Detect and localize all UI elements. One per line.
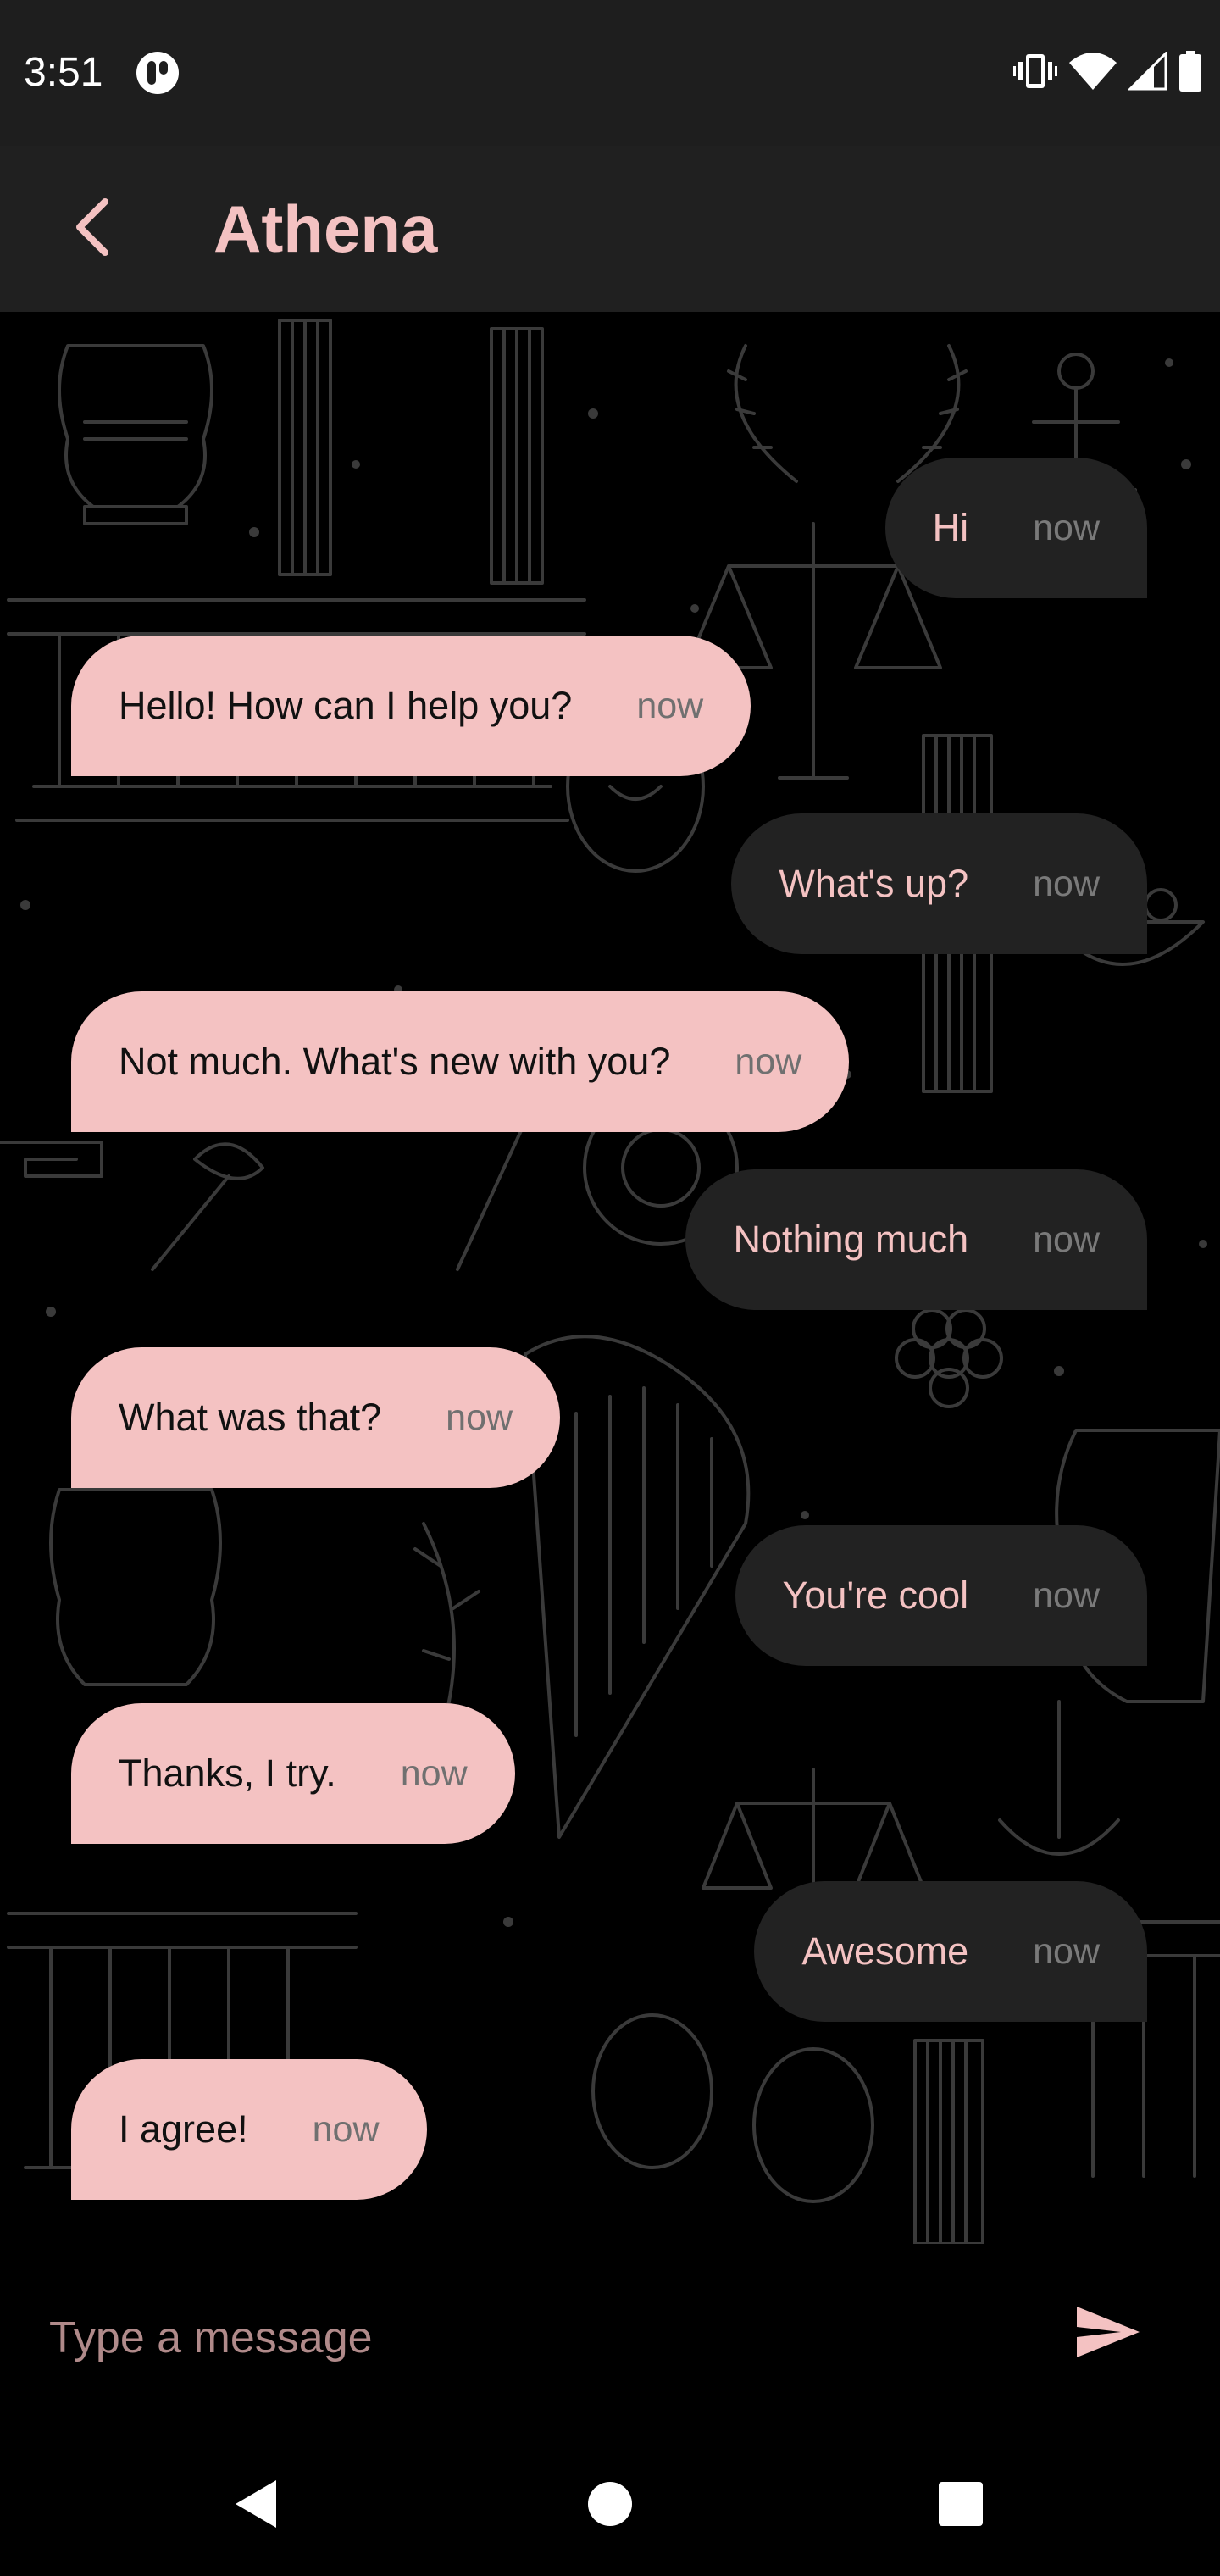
signal-icon xyxy=(1127,49,1167,95)
incoming-message-bubble[interactable]: I agree! now xyxy=(71,2059,427,2200)
app-bar: Athena xyxy=(0,146,1220,312)
outgoing-message-bubble[interactable]: You're cool now xyxy=(735,1525,1147,1666)
message-text: Thanks, I try. xyxy=(119,1752,336,1795)
chat-title: Athena xyxy=(214,192,438,266)
incoming-message-bubble[interactable]: Hello! How can I help you? now xyxy=(71,636,751,776)
outgoing-message-bubble[interactable]: Awesome now xyxy=(754,1881,1147,2022)
message-timestamp: now xyxy=(1033,863,1100,904)
battery-icon xyxy=(1179,50,1201,96)
home-circle-icon xyxy=(586,2480,634,2532)
app-notification-icon xyxy=(136,51,180,95)
message-timestamp: now xyxy=(735,1041,802,1082)
message-timestamp: now xyxy=(312,2108,380,2150)
system-nav-bar xyxy=(0,2432,1220,2576)
message-timestamp: now xyxy=(400,1752,468,1794)
message-text: Hi xyxy=(932,506,969,549)
nav-home-button[interactable] xyxy=(555,2451,665,2561)
message-timestamp: now xyxy=(636,685,704,726)
status-bar: 3:51 xyxy=(0,0,1220,146)
message-text: Awesome xyxy=(801,1929,969,1973)
wifi-icon xyxy=(1069,52,1117,94)
message-timestamp: now xyxy=(1033,1574,1100,1616)
vibrate-icon xyxy=(1013,51,1057,96)
send-button[interactable] xyxy=(1057,2283,1159,2384)
message-timestamp: now xyxy=(1033,507,1100,548)
status-time: 3:51 xyxy=(24,50,103,95)
incoming-message-bubble[interactable]: What was that? now xyxy=(71,1347,561,1488)
message-timestamp: now xyxy=(1033,1219,1100,1260)
message-text: You're cool xyxy=(782,1574,969,1617)
message-text: Nothing much xyxy=(733,1218,969,1261)
message-text: Not much. What's new with you? xyxy=(119,1040,671,1083)
outgoing-message-bubble[interactable]: Hi now xyxy=(884,458,1147,598)
message-input[interactable] xyxy=(47,2286,983,2390)
nav-recents-button[interactable] xyxy=(906,2451,1016,2561)
outgoing-message-bubble[interactable]: What's up? now xyxy=(731,813,1147,954)
message-composer xyxy=(0,2244,1220,2432)
chat-area[interactable]: Hi now Hello! How can I help you? now What's… xyxy=(0,312,1220,2244)
message-text: Hello! How can I help you? xyxy=(119,684,573,727)
message-timestamp: now xyxy=(1033,1930,1100,1972)
incoming-message-bubble[interactable]: Not much. What's new with you? now xyxy=(71,991,850,1132)
message-text: I agree! xyxy=(119,2107,248,2151)
nav-back-button[interactable] xyxy=(201,2451,311,2561)
recents-square-icon xyxy=(938,2481,984,2531)
status-icons xyxy=(1013,49,1201,96)
message-text: What was that? xyxy=(119,1396,382,1439)
chevron-left-icon xyxy=(68,197,119,262)
outgoing-message-bubble[interactable]: Nothing much now xyxy=(685,1169,1147,1310)
back-triangle-icon xyxy=(232,2479,280,2534)
send-icon xyxy=(1075,2303,1141,2365)
message-text: What's up? xyxy=(779,862,969,905)
message-timestamp: now xyxy=(446,1396,513,1438)
incoming-message-bubble[interactable]: Thanks, I try. now xyxy=(71,1703,515,1844)
back-button[interactable] xyxy=(53,188,134,269)
